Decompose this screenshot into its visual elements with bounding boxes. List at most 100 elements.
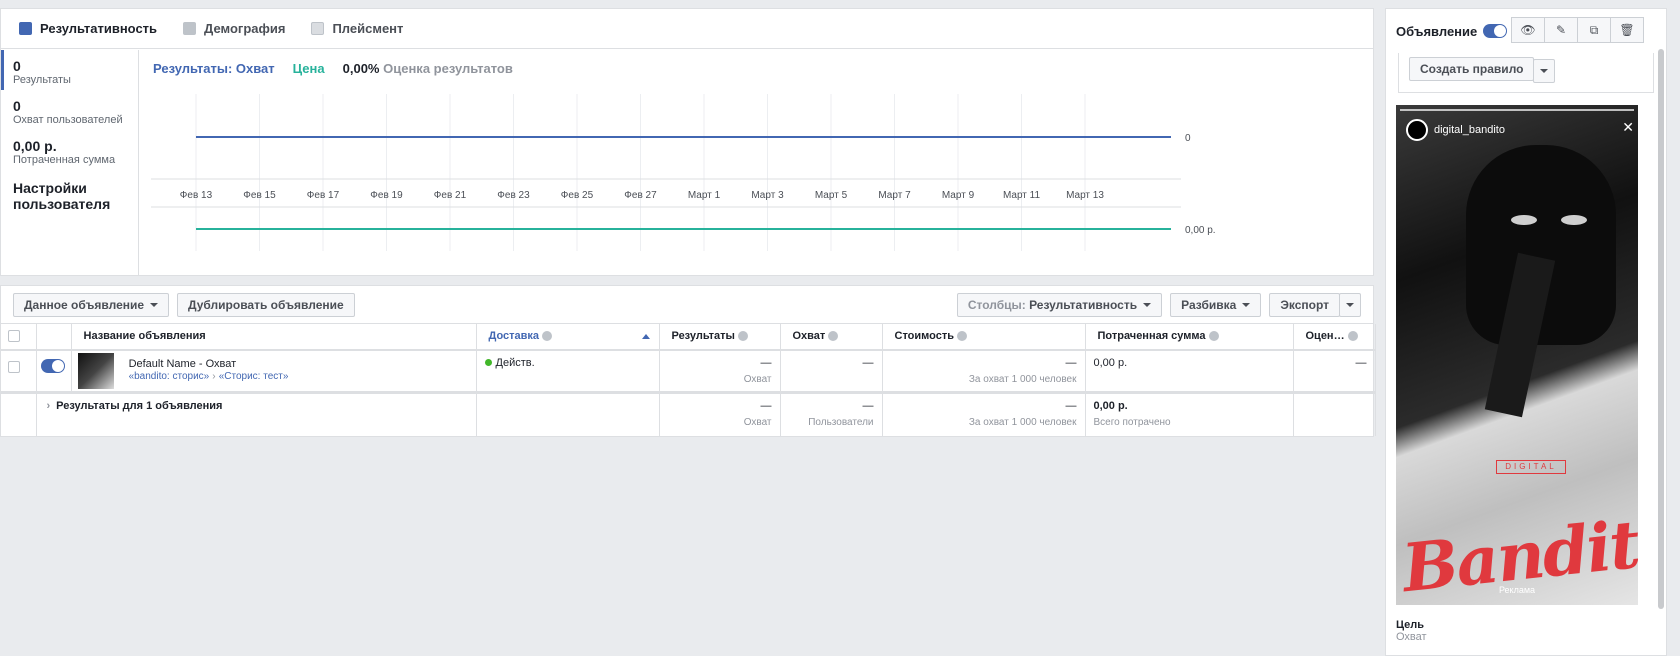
export-group: Экспорт — [1269, 292, 1361, 317]
preview-actions: 👁 ✎ ⧉ 🗑 — [1511, 17, 1644, 43]
legend-estimate: 0,00% Оценка результатов — [342, 61, 513, 76]
custom-settings-link[interactable]: Настройки пользователя — [1, 170, 138, 216]
totals-cost-cell: — За охват 1 000 человек — [882, 391, 1086, 436]
cost-cell: — За охват 1 000 человек — [882, 350, 1086, 393]
ad-name-link[interactable]: Default Name - Охват — [129, 358, 289, 370]
export-dropdown[interactable] — [1339, 292, 1361, 317]
eye-icon[interactable]: 👁 — [1511, 17, 1545, 43]
rule-box: Создать правило — [1398, 53, 1654, 93]
col-reach[interactable]: Охват — [780, 324, 883, 351]
ad-preview-panel: Объявление Вк 👁 ✎ ⧉ 🗑 Создать правило di… — [1385, 8, 1667, 656]
goal-section: Цель Охват — [1396, 619, 1427, 643]
series-end-label: 0,00 р. — [1185, 225, 1216, 236]
legend-results[interactable]: Результаты: Охват — [153, 61, 275, 76]
ads-table: Название объявления Доставка Результаты … — [1, 324, 1376, 436]
tab-demographics[interactable]: Демография — [183, 21, 285, 36]
table-header-row: Название объявления Доставка Результаты … — [1, 324, 1376, 351]
ad-name-cell: Default Name - Охват «bandito: сторис» ›… — [71, 350, 477, 393]
pencil-icon[interactable]: ✎ — [1544, 17, 1578, 43]
avatar — [1406, 119, 1428, 141]
info-icon[interactable] — [1208, 331, 1219, 342]
x-tick-label: Март 5 — [815, 190, 848, 201]
trash-icon[interactable]: 🗑 — [1610, 17, 1644, 43]
ad-dropdown-button[interactable]: Данное объявление — [13, 292, 170, 317]
col-results[interactable]: Результаты — [659, 324, 781, 351]
select-all-header — [1, 324, 37, 351]
totals-spent-cell: 0,00 р. Всего потрачено — [1085, 391, 1294, 436]
info-icon[interactable] — [737, 331, 748, 342]
info-icon[interactable] — [1347, 331, 1358, 342]
tab-performance[interactable]: Результативность — [19, 21, 157, 36]
totals-empty-cell — [1, 391, 37, 436]
ad-toggle[interactable] — [1483, 24, 1508, 38]
ad-name-block: Default Name - Охват «bandito: сторис» ›… — [129, 353, 289, 382]
duplicate-ad-button[interactable]: Дублировать объявление — [177, 292, 355, 317]
results-cell: — Охват — [659, 350, 781, 393]
people-icon — [183, 22, 197, 35]
tab-bar: Результативность Демография Плейсмент — [1, 9, 1373, 49]
rating-cell: — — [1293, 350, 1376, 393]
row-checkbox[interactable] — [8, 361, 21, 373]
columns-dropdown[interactable]: Столбцы: Результативность — [956, 292, 1163, 317]
x-tick-label: Март 9 — [942, 190, 975, 201]
x-tick-label: Фев 23 — [497, 190, 530, 201]
totals-label-cell: › Результаты для 1 объявления — [36, 391, 477, 436]
table-row[interactable]: Default Name - Охват «bandito: сторис» ›… — [1, 350, 1376, 393]
series-end-label: 0 — [1185, 133, 1191, 144]
duplicate-icon[interactable]: ⧉ — [1577, 17, 1611, 43]
breakdown-dropdown[interactable]: Разбивка — [1170, 292, 1262, 317]
preview-scrollbar[interactable] — [1658, 49, 1664, 609]
metric-spent[interactable]: 0,00 р. Потраченная сумма — [1, 130, 138, 170]
totals-reach-cell: — Пользователи — [780, 391, 883, 436]
x-tick-label: Март 1 — [688, 190, 721, 201]
info-icon[interactable] — [828, 331, 839, 342]
ads-table-panel: Данное объявление Дублировать объявление… — [0, 285, 1376, 437]
export-button[interactable]: Экспорт — [1269, 292, 1340, 317]
col-ad-name[interactable]: Название объявления — [71, 324, 477, 351]
info-icon[interactable] — [542, 331, 553, 342]
row-toggle[interactable] — [40, 359, 65, 373]
chevron-down-icon — [1346, 302, 1354, 307]
metric-reach[interactable]: 0 Охват пользователей — [1, 90, 138, 130]
x-tick-label: Фев 27 — [624, 190, 657, 201]
row-toggle-cell — [36, 350, 72, 393]
metric-results[interactable]: 0 Результаты — [1, 50, 138, 90]
info-icon[interactable] — [957, 331, 968, 342]
performance-panel: Результативность Демография Плейсмент 0 … — [0, 8, 1374, 276]
adset-link[interactable]: «Сторис: тест» — [219, 371, 289, 382]
totals-delivery-cell — [476, 391, 660, 436]
x-tick-label: Март 7 — [878, 190, 911, 201]
x-tick-label: Фев 17 — [307, 190, 340, 201]
x-tick-label: Фев 13 — [180, 190, 213, 201]
chart-legend: Результаты: Охват Цена 0,00% Оценка резу… — [153, 61, 513, 76]
ad-thumbnail — [77, 353, 114, 389]
totals-rating-cell — [1293, 391, 1376, 436]
expand-arrow-icon[interactable]: › — [47, 400, 51, 412]
col-rating[interactable]: Оцен… — [1293, 324, 1376, 351]
digital-tag: DIGITAL — [1496, 460, 1566, 474]
x-tick-label: Март 3 — [751, 190, 784, 201]
select-all-checkbox[interactable] — [8, 330, 21, 342]
totals-results-cell: — Охват — [659, 391, 781, 436]
chevron-down-icon — [1540, 69, 1549, 73]
delivery-cell: Действ. — [476, 350, 660, 393]
create-rule-dropdown[interactable] — [1533, 59, 1556, 83]
col-delivery[interactable]: Доставка — [476, 324, 660, 351]
x-tick-label: Фев 19 — [370, 190, 403, 201]
create-rule-button[interactable]: Создать правило — [1409, 57, 1535, 81]
status-dot — [484, 359, 492, 366]
sort-asc-icon — [642, 334, 651, 339]
toolbar-right: Столбцы: Результативность Разбивка Экспо… — [956, 292, 1361, 317]
col-spent[interactable]: Потраченная сумма — [1085, 324, 1294, 351]
x-tick-label: Март 13 — [1066, 190, 1104, 201]
legend-price[interactable]: Цена — [293, 61, 325, 76]
x-tick-label: Март 11 — [1003, 190, 1041, 201]
close-icon[interactable]: ✕ — [1622, 119, 1634, 136]
eye-right — [1561, 215, 1587, 225]
metrics-column: 0 Результаты 0 Охват пользователей 0,00 … — [1, 50, 139, 276]
campaign-link[interactable]: «bandito: сторис» — [129, 371, 210, 382]
row-checkbox-cell — [1, 350, 37, 393]
col-cost[interactable]: Стоимость — [882, 324, 1086, 351]
tab-placement[interactable]: Плейсмент — [311, 21, 403, 36]
ad-label: Реклама — [1498, 585, 1536, 595]
